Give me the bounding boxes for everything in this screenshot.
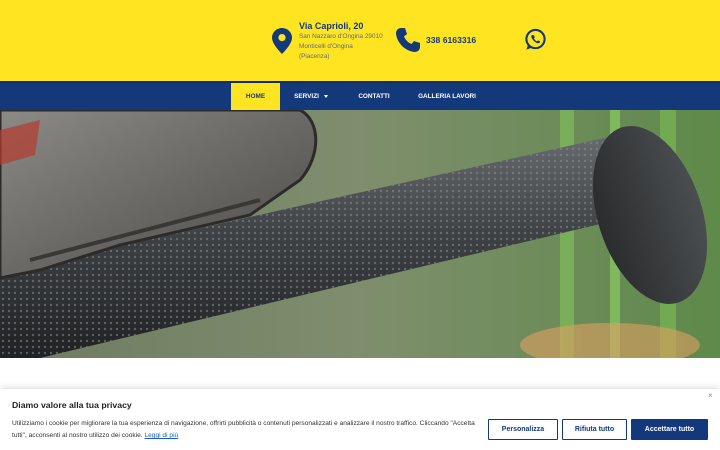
address-line: San Nazzaro d'Ongina 29010: [299, 33, 383, 40]
hero-image: [0, 110, 720, 358]
nav-item-servizi[interactable]: SERVIZI: [280, 83, 342, 110]
address-text: Via Caprioli, 20 San Nazzaro d'Ongina 29…: [299, 20, 399, 62]
address-title: Via Caprioli, 20: [299, 21, 364, 31]
caret-down-icon: [323, 94, 328, 98]
nav-item-label: SERVIZI: [294, 93, 319, 100]
nav-item-galleria-lavori[interactable]: GALLERIA LAVORI: [406, 83, 488, 110]
privacy-link[interactable]: Leggi di più: [144, 432, 178, 439]
cookie-title: Diamo valore alla tua privacy: [12, 400, 132, 410]
main-nav: HOME SERVIZI CONTATTI GALLERIA LAVORI: [0, 81, 720, 110]
hero-photo: [0, 110, 720, 358]
address-line: (Piacenza): [299, 53, 330, 60]
accept-all-button[interactable]: Accettare tutto: [631, 419, 708, 440]
whatsapp-icon[interactable]: [524, 28, 547, 51]
address-line: Monticelli d'Ongina: [299, 43, 353, 50]
reject-all-button[interactable]: Rifiuta tutto: [562, 419, 627, 440]
customize-button[interactable]: Personalizza: [488, 419, 558, 440]
phone-number[interactable]: 338 6163316: [426, 35, 476, 45]
header-bar: Via Caprioli, 20 San Nazzaro d'Ongina 29…: [0, 0, 720, 81]
cookie-banner: × Diamo valore alla tua privacy Utilizzi…: [0, 389, 720, 450]
cookie-body: Utilizziamo i cookie per migliorare la t…: [12, 420, 475, 439]
cookie-text: Utilizziamo i cookie per migliorare la t…: [12, 418, 482, 442]
close-icon[interactable]: ×: [708, 391, 713, 400]
phone-icon: [396, 28, 420, 52]
nav-item-label: HOME: [245, 93, 266, 100]
nav-item-home[interactable]: HOME: [231, 83, 280, 110]
nav-item-label: CONTATTI: [358, 93, 390, 100]
map-pin-icon: [272, 28, 292, 54]
nav-item-contatti[interactable]: CONTATTI: [342, 83, 406, 110]
nav-item-label: GALLERIA LAVORI: [418, 93, 476, 100]
